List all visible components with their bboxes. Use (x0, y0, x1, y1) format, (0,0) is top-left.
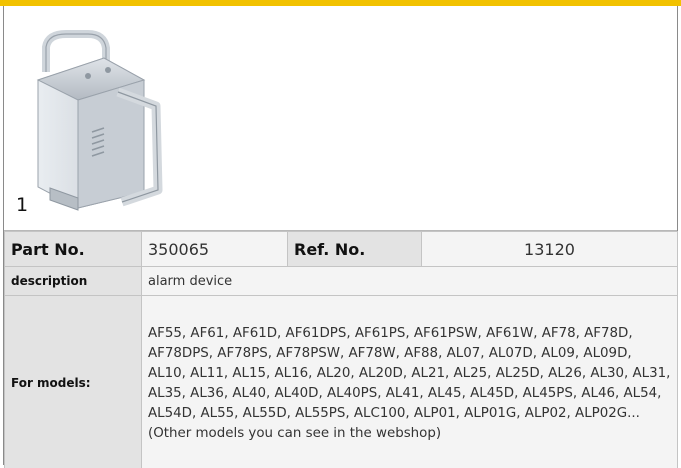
product-photo-icon (36, 30, 163, 211)
ref-no-label: Ref. No. (287, 231, 422, 267)
description-label: description (4, 266, 142, 296)
models-label: For models: (4, 295, 142, 468)
models-value: AF55, AF61, AF61D, AF61DPS, AF61PS, AF61… (141, 295, 678, 468)
ref-no-value: 13120 (421, 231, 678, 267)
specs-table: Part No. 350065 Ref. No. 13120 descripti… (4, 231, 678, 468)
table-row: description alarm device (4, 266, 678, 296)
product-page: 1 Part No. 350065 Ref. No. 13120 descrip… (0, 0, 681, 468)
image-area: 1 (4, 6, 677, 231)
table-row: Part No. 350065 Ref. No. 13120 (4, 231, 678, 267)
part-no-label: Part No. (4, 231, 142, 267)
table-row: For models: AF55, AF61, AF61D, AF61DPS, … (4, 295, 678, 468)
part-no-value: 350065 (141, 231, 288, 267)
image-number: 1 (16, 194, 29, 216)
product-card: 1 Part No. 350065 Ref. No. 13120 descrip… (3, 6, 678, 468)
description-value: alarm device (141, 266, 678, 296)
